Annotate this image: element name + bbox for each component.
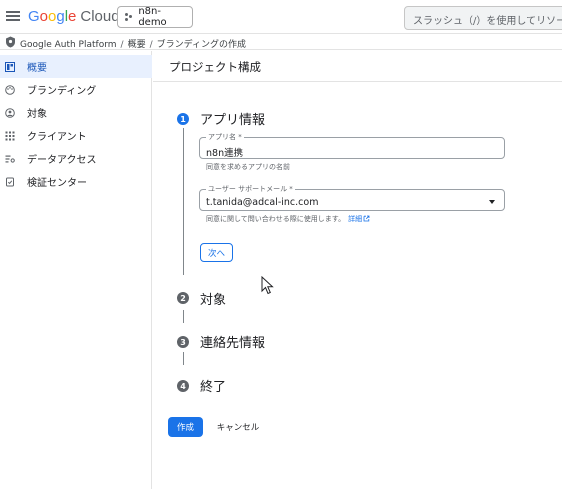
logo-cloud-text: Cloud bbox=[80, 8, 120, 25]
person-icon bbox=[5, 107, 15, 118]
app-name-field[interactable]: アプリ名 * n8n連携 bbox=[199, 132, 505, 159]
support-email-value: t.tanida@adcal-inc.com bbox=[206, 197, 319, 208]
sidebar-item-label: 検証センター bbox=[27, 178, 87, 189]
step-number-4: 4 bbox=[177, 380, 189, 392]
dropdown-arrow-icon bbox=[489, 200, 495, 204]
create-button[interactable]: 作成 bbox=[168, 417, 203, 437]
breadcrumb-separator: / bbox=[120, 40, 124, 50]
step-label-finish[interactable]: 終了 bbox=[200, 376, 226, 395]
app-name-hint: 同意を求めるアプリの名前 bbox=[206, 163, 290, 171]
step-label-app-info[interactable]: アプリ情報 bbox=[200, 109, 265, 128]
sidebar-item-label: 概要 bbox=[27, 63, 47, 74]
step-label-audience[interactable]: 対象 bbox=[200, 289, 226, 308]
verify-icon bbox=[5, 177, 15, 187]
page-title: プロジェクト構成 bbox=[169, 60, 261, 74]
details-link[interactable]: 詳細 bbox=[348, 215, 370, 223]
grid-icon bbox=[5, 131, 15, 141]
sidebar-item-clients[interactable]: クライアント bbox=[0, 124, 152, 147]
breadcrumb-item-overview[interactable]: 概要 bbox=[128, 40, 146, 50]
hamburger-menu-icon[interactable] bbox=[6, 9, 20, 23]
project-picker-button[interactable]: n8n-demo bbox=[117, 6, 193, 28]
step-number-2: 2 bbox=[177, 292, 189, 304]
cancel-button[interactable]: キャンセル bbox=[210, 417, 266, 437]
app-name-value: n8n連携 bbox=[206, 148, 244, 159]
sidebar-item-branding[interactable]: ブランディング bbox=[0, 78, 152, 101]
breadcrumb-item-create-branding: ブランディングの作成 bbox=[156, 40, 246, 50]
external-link-icon bbox=[363, 215, 370, 222]
sidebar-item-data-access[interactable]: データアクセス bbox=[0, 147, 152, 170]
top-bar: Google Cloud n8n-demo スラッシュ（/）を使用してリソース bbox=[0, 0, 562, 34]
breadcrumb-item-auth-platform[interactable]: Google Auth Platform bbox=[20, 40, 117, 50]
support-email-label: ユーザー サポートメール * bbox=[206, 184, 295, 194]
breadcrumb-separator: / bbox=[149, 40, 153, 50]
sidebar-item-label: 対象 bbox=[27, 109, 47, 120]
support-email-select[interactable]: ユーザー サポートメール * t.tanida@adcal-inc.com bbox=[199, 184, 505, 211]
sidebar-item-overview[interactable]: 概要 bbox=[0, 55, 152, 78]
next-button[interactable]: 次へ bbox=[200, 243, 233, 262]
project-name: n8n-demo bbox=[138, 6, 167, 28]
shield-icon bbox=[6, 36, 15, 48]
step-number-1: 1 bbox=[177, 113, 189, 125]
step-connector bbox=[183, 128, 184, 275]
search-input[interactable]: スラッシュ（/）を使用してリソース bbox=[404, 6, 562, 30]
data-access-icon bbox=[5, 154, 15, 164]
support-email-hint: 同意に関して問い合わせる際に使用します。 詳細 bbox=[206, 214, 370, 224]
step-connector bbox=[183, 352, 184, 365]
app-name-label: アプリ名 * bbox=[206, 132, 244, 142]
palette-icon bbox=[5, 84, 15, 95]
sidebar: 概要 ブランディング 対象 クライアント データアクセス 検証センター bbox=[0, 51, 152, 489]
sidebar-item-label: クライアント bbox=[27, 132, 87, 143]
step-connector bbox=[183, 310, 184, 323]
breadcrumb: Google Auth Platform / 概要 / ブランディングの作成 bbox=[20, 37, 246, 50]
mouse-cursor-icon bbox=[261, 276, 274, 295]
sidebar-item-verification-center[interactable]: 検証センター bbox=[0, 170, 152, 193]
sidebar-item-audience[interactable]: 対象 bbox=[0, 101, 152, 124]
sidebar-item-label: データアクセス bbox=[27, 155, 97, 166]
dashboard-icon bbox=[5, 61, 15, 72]
sidebar-item-label: ブランディング bbox=[27, 86, 97, 97]
step-label-contact-info[interactable]: 連絡先情報 bbox=[200, 332, 265, 351]
step-number-3: 3 bbox=[177, 336, 189, 348]
google-cloud-logo[interactable]: Google Cloud bbox=[28, 8, 120, 25]
project-nodes-icon bbox=[125, 13, 132, 21]
